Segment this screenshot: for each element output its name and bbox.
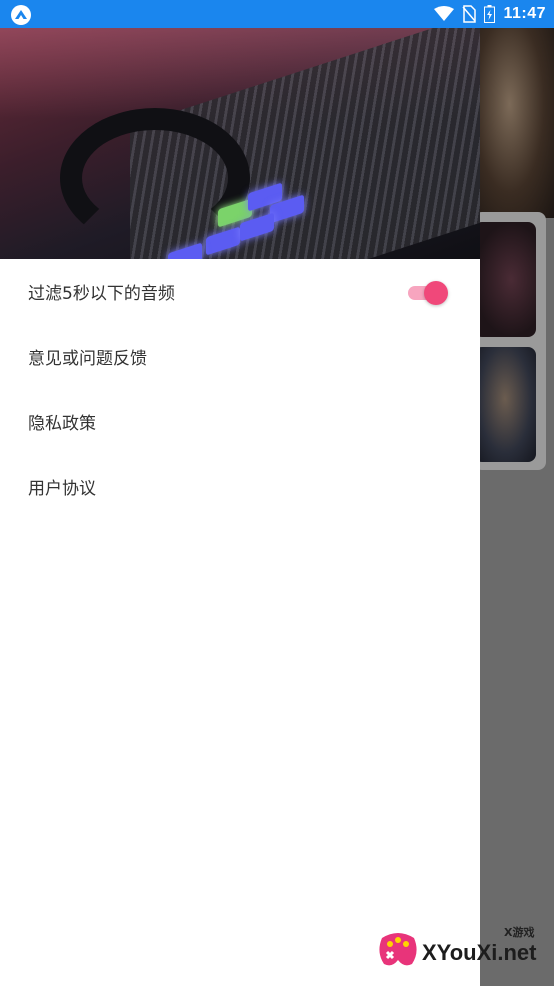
drawer-menu: 过滤5秒以下的音频 意见或问题反馈 隐私政策 用户协议 xyxy=(0,259,480,519)
filter-short-audio-toggle[interactable] xyxy=(408,280,448,305)
background-thumbnail xyxy=(474,347,536,462)
status-bar: 11:47 xyxy=(0,0,554,28)
battery-icon xyxy=(484,5,496,23)
background-banner-image xyxy=(480,28,554,218)
headphones-graphic xyxy=(60,108,250,248)
menu-item-label: 过滤5秒以下的音频 xyxy=(28,284,175,304)
no-sim-icon xyxy=(462,5,477,23)
menu-item-feedback[interactable]: 意见或问题反馈 xyxy=(0,324,480,389)
watermark: X游戏 XYouXi.net xyxy=(376,924,548,974)
watermark-small-text: X游戏 xyxy=(504,926,535,939)
watermark-text: XYouXi.net xyxy=(422,940,537,965)
background-thumbnail xyxy=(474,222,536,337)
wifi-icon xyxy=(434,6,455,21)
app-notification-icon xyxy=(11,5,31,25)
menu-item-label: 意见或问题反馈 xyxy=(28,349,147,369)
menu-item-privacy-policy[interactable]: 隐私政策 xyxy=(0,389,480,454)
drawer-header-image xyxy=(0,28,480,259)
status-time: 11:47 xyxy=(503,5,546,22)
menu-item-label: 隐私政策 xyxy=(28,414,96,434)
menu-item-user-agreement[interactable]: 用户协议 xyxy=(0,454,480,519)
toggle-thumb xyxy=(424,281,448,305)
menu-item-filter-short-audio[interactable]: 过滤5秒以下的音频 xyxy=(0,259,480,324)
navigation-drawer: 过滤5秒以下的音频 意见或问题反馈 隐私政策 用户协议 xyxy=(0,28,480,986)
gamepad-logo-icon xyxy=(379,933,417,966)
menu-item-label: 用户协议 xyxy=(28,479,96,499)
